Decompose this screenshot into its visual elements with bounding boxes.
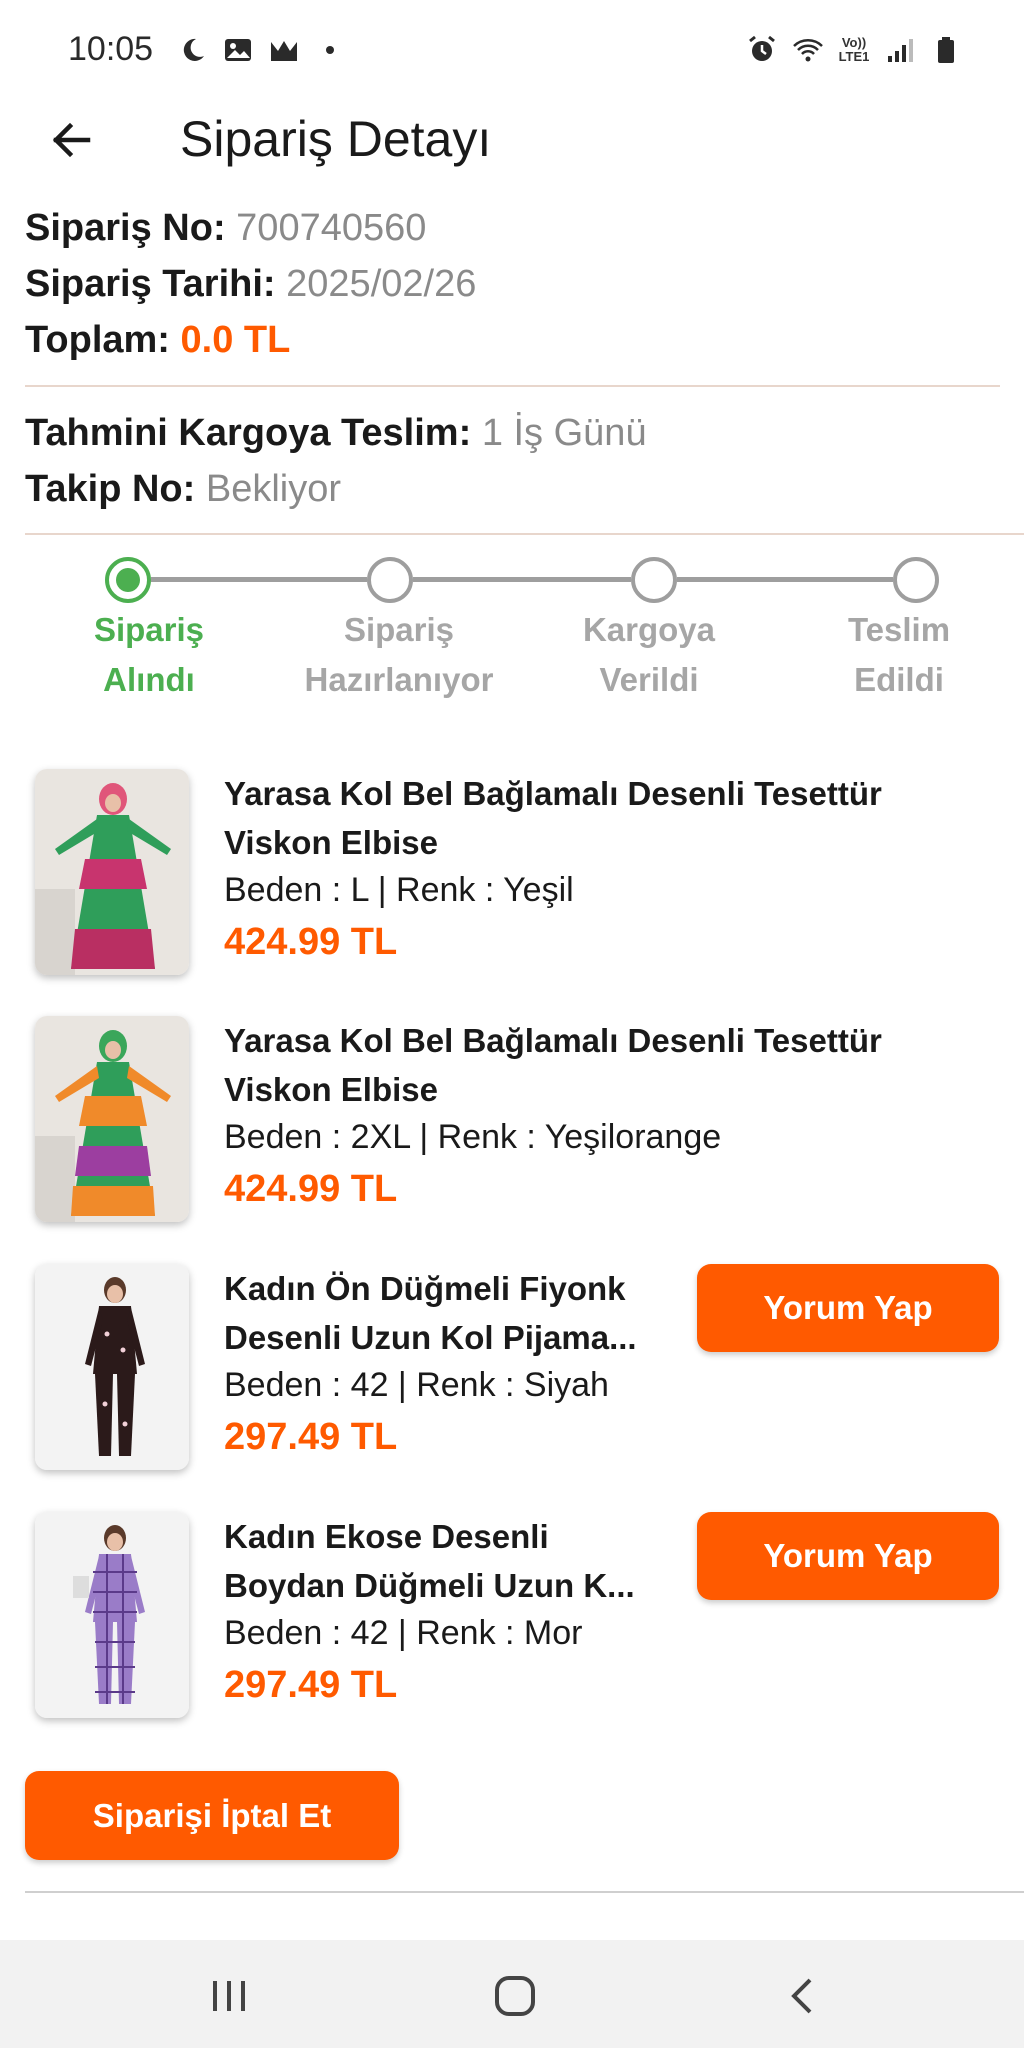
order-info: Sipariş No: 700740560 Sipariş Tarihi: 20… bbox=[25, 200, 1000, 368]
volte-icon: Vo)) LTE1 bbox=[838, 35, 870, 64]
signal-icon bbox=[884, 34, 916, 66]
product-price: 297.49 TL bbox=[224, 1664, 398, 1706]
product-attributes: Beden : L | Renk : Yeşil bbox=[224, 871, 574, 909]
step-indicator-shipped bbox=[631, 557, 677, 603]
product-item[interactable]: Yarasa Kol Bel Bağlamalı Desenli Tesettü… bbox=[0, 769, 1024, 989]
tracking-value: Bekliyor bbox=[205, 468, 342, 510]
delivery-estimate-value: 1 İş Günü bbox=[481, 412, 647, 454]
moon-icon bbox=[176, 34, 208, 66]
order-number-value: 700740560 bbox=[236, 207, 427, 249]
product-name: Kadın Ekose Desenli Boydan Düğmeli Uzun … bbox=[224, 1518, 635, 1604]
step-indicator-preparing bbox=[367, 557, 413, 603]
step-label-delivered: Teslim Edildi bbox=[847, 611, 951, 698]
product-name: Yarasa Kol Bel Bağlamalı Desenli Tesettü… bbox=[224, 1022, 882, 1108]
product-image[interactable] bbox=[35, 1264, 189, 1470]
step-label-preparing: Sipariş Hazırlanıyor bbox=[304, 611, 494, 698]
product-attributes: Beden : 42 | Renk : Mor bbox=[224, 1614, 583, 1652]
product-image[interactable] bbox=[35, 1016, 189, 1222]
wifi-icon bbox=[792, 34, 824, 66]
product-attributes: Beden : 42 | Renk : Siyah bbox=[224, 1366, 609, 1404]
status-bar: 10:05 Vo)) LTE1 bbox=[0, 0, 1024, 100]
dot-icon bbox=[314, 34, 346, 66]
app-bar: Sipariş Detayı bbox=[0, 100, 1024, 180]
back-icon bbox=[791, 1978, 812, 2014]
step-connector bbox=[677, 577, 893, 582]
shipping-info: Tahmini Kargoya Teslim: 1 İş Günü Takip … bbox=[25, 405, 1000, 517]
product-item[interactable]: Yarasa Kol Bel Bağlamalı Desenli Tesettü… bbox=[0, 1016, 1024, 1236]
delivery-estimate-label: Tahmini Kargoya Teslim: bbox=[25, 412, 472, 454]
image-icon bbox=[222, 34, 254, 66]
gallery-icon bbox=[268, 34, 300, 66]
tracking-row: Takip No: Bekliyor bbox=[25, 461, 1000, 517]
order-total-value: 0.0 TL bbox=[180, 319, 291, 361]
product-attributes: Beden : 2XL | Renk : Yeşilorange bbox=[224, 1118, 722, 1156]
product-image[interactable] bbox=[35, 769, 189, 975]
divider bbox=[25, 1891, 1024, 1893]
status-left-icons bbox=[176, 34, 346, 66]
delivery-estimate-row: Tahmini Kargoya Teslim: 1 İş Günü bbox=[25, 405, 1000, 461]
write-review-button[interactable]: Yorum Yap bbox=[697, 1264, 999, 1352]
product-name: Kadın Ön Düğmeli Fiyonk Desenli Uzun Kol… bbox=[224, 1270, 637, 1356]
step-label-received: Sipariş Alındı bbox=[93, 611, 205, 698]
order-date-row: Sipariş Tarihi: 2025/02/26 bbox=[25, 256, 1000, 312]
step-indicator-received bbox=[105, 557, 151, 603]
system-nav-bar bbox=[0, 1940, 1024, 2048]
order-date-value: 2025/02/26 bbox=[286, 263, 477, 305]
product-image[interactable] bbox=[35, 1512, 189, 1718]
status-right-icons: Vo)) LTE1 bbox=[746, 34, 962, 66]
cancel-order-button[interactable]: Siparişi İptal Et bbox=[25, 1771, 399, 1860]
divider bbox=[25, 533, 1024, 535]
step-connector bbox=[413, 577, 631, 582]
alarm-icon bbox=[746, 34, 778, 66]
product-item[interactable]: Kadın Ekose Desenli Boydan Düğmeli Uzun … bbox=[0, 1512, 1024, 1732]
divider bbox=[25, 385, 1000, 387]
arrow-left-icon bbox=[52, 122, 91, 158]
battery-icon bbox=[930, 34, 962, 66]
order-date-label: Sipariş Tarihi: bbox=[25, 263, 276, 305]
back-nav-button[interactable] bbox=[762, 1968, 842, 2024]
product-name: Yarasa Kol Bel Bağlamalı Desenli Tesettü… bbox=[224, 775, 882, 861]
order-total-row: Toplam: 0.0 TL bbox=[25, 312, 1000, 368]
order-number-row: Sipariş No: 700740560 bbox=[25, 200, 1000, 256]
step-indicator-delivered bbox=[893, 557, 939, 603]
step-label-shipped: Kargoya Verildi bbox=[582, 611, 716, 698]
page-title: Sipariş Detayı bbox=[180, 111, 492, 167]
product-price: 424.99 TL bbox=[224, 921, 398, 963]
recent-apps-button[interactable] bbox=[189, 1968, 269, 2024]
order-number-label: Sipariş No: bbox=[25, 207, 226, 249]
step-connector bbox=[151, 577, 367, 582]
recent-apps-icon bbox=[213, 1981, 245, 2011]
write-review-button[interactable]: Yorum Yap bbox=[697, 1512, 999, 1600]
product-item[interactable]: Kadın Ön Düğmeli Fiyonk Desenli Uzun Kol… bbox=[0, 1264, 1024, 1484]
back-button[interactable] bbox=[40, 112, 100, 168]
status-time: 10:05 bbox=[68, 30, 154, 68]
product-price: 297.49 TL bbox=[224, 1416, 398, 1458]
order-status-stepper: Sipariş Alındı Sipariş Hazırlanıyor Kargoy… bbox=[0, 555, 1024, 715]
tracking-label: Takip No: bbox=[25, 468, 196, 510]
product-price: 424.99 TL bbox=[224, 1168, 398, 1210]
home-button[interactable] bbox=[475, 1968, 555, 2024]
home-icon bbox=[495, 1976, 535, 2016]
order-total-label: Toplam: bbox=[25, 319, 170, 361]
